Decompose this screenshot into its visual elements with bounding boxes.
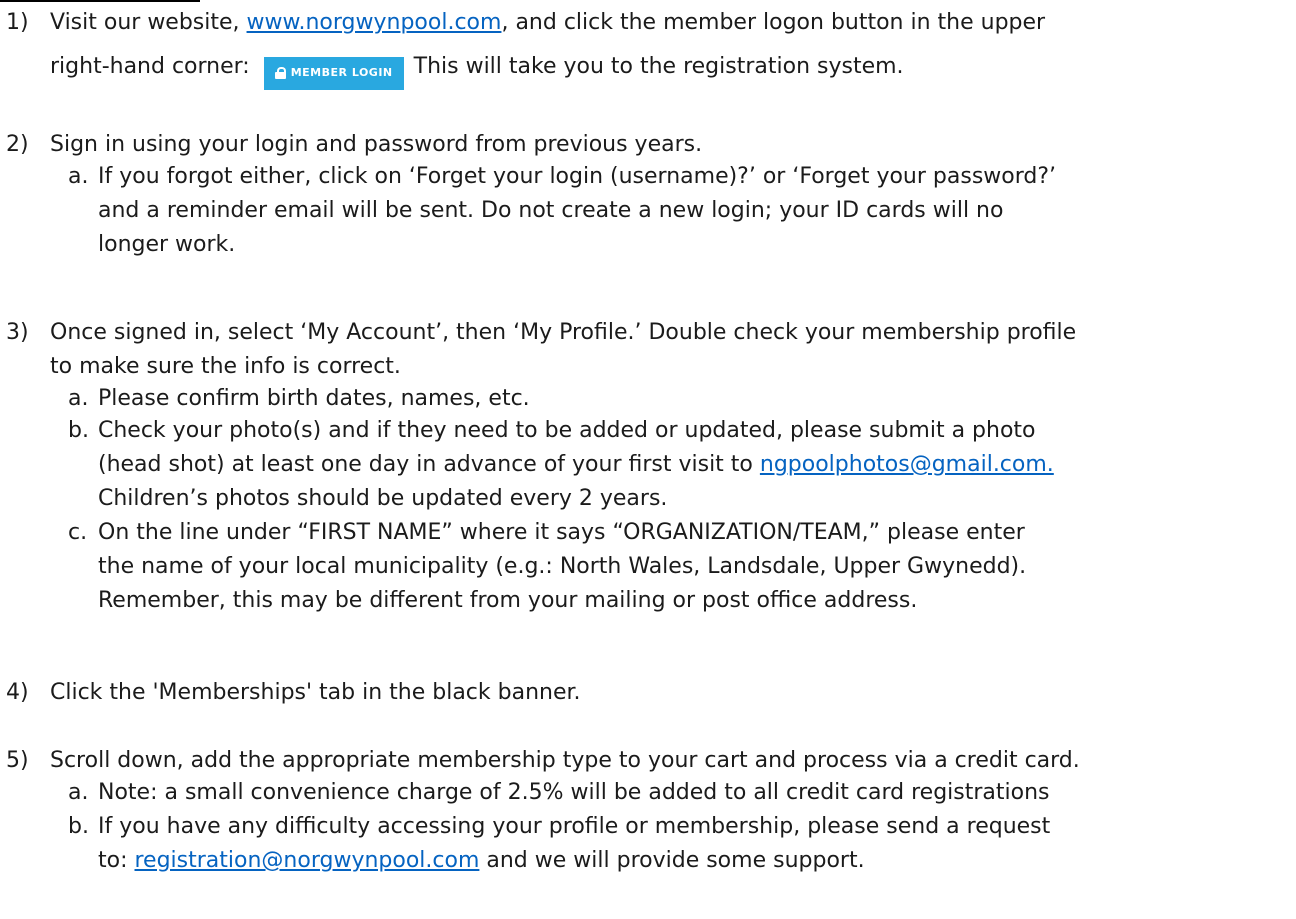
step-text: Sign in using your login and password fr… [50, 132, 703, 157]
member-login-button[interactable]: MEMBER LOGIN [263, 56, 404, 90]
registration-email-link[interactable]: registration@norgwynpool.com [135, 848, 480, 873]
website-link[interactable]: www.norgwynpool.com [247, 10, 502, 35]
step-number: 2) [6, 132, 29, 157]
step-number: 4) [6, 680, 29, 705]
lock-icon [274, 67, 286, 79]
step-number: 3) [6, 320, 29, 345]
step-number: 1) [6, 10, 29, 35]
photos-email-link[interactable]: ngpoolphotos@gmail.com. [760, 452, 1054, 477]
sub-letter: a. [68, 164, 89, 189]
step-number: 5) [6, 748, 29, 773]
top-rule [0, 0, 200, 2]
step-1-line-2: right-hand corner: MEMBER LOGIN This will … [50, 50, 1276, 90]
step-1-line-1: Visit our website, www.norgwynpool.com, … [50, 10, 1046, 35]
